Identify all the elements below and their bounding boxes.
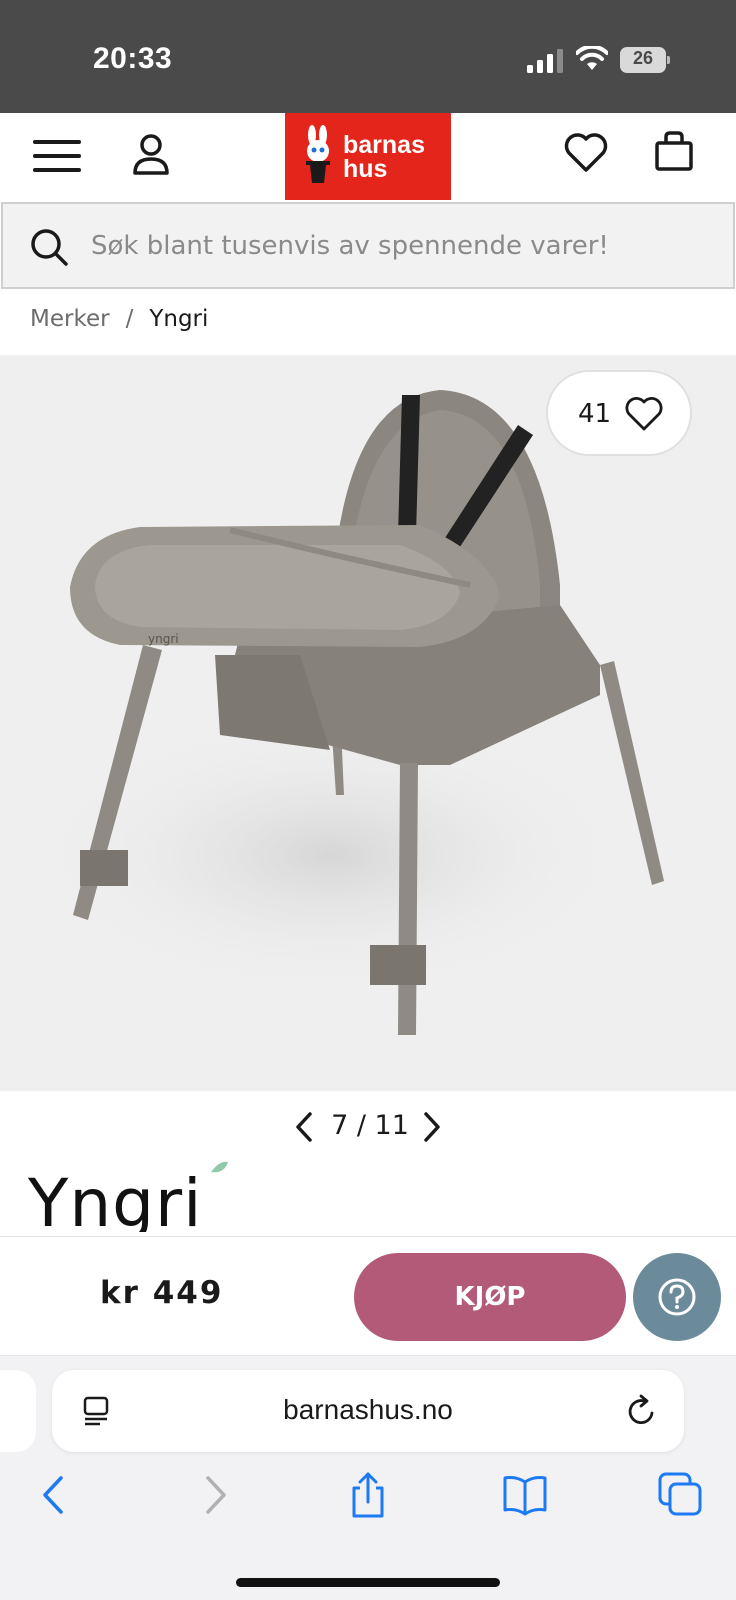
site-header: barnas hus [0,113,736,200]
address-bar[interactable]: barnashus.no [52,1370,684,1452]
tabs-icon[interactable] [658,1472,704,1518]
gallery-pager: 7 / 11 [0,1108,736,1148]
logo-line-1: barnas [343,131,425,159]
search-icon[interactable] [29,227,69,267]
back-icon[interactable] [33,1472,79,1518]
home-indicator[interactable] [236,1578,500,1587]
share-icon[interactable] [345,1472,391,1518]
search-input[interactable] [91,224,711,268]
breadcrumb: Merker / Yngri [30,306,208,332]
help-button[interactable] [633,1253,721,1341]
breadcrumb-separator: / [125,306,134,332]
status-time: 20:33 [93,42,173,75]
browser-chrome: barnashus.no [0,1356,736,1600]
menu-icon[interactable] [33,140,81,176]
like-button[interactable]: 41 [546,370,692,456]
product-image[interactable]: yngri 41 [0,355,736,1091]
wifi-icon [576,46,608,70]
high-chair-image: yngri [30,390,664,1035]
bookmarks-icon[interactable] [502,1472,548,1518]
wishlist-icon[interactable] [563,131,609,173]
signal-icon [527,49,563,73]
logo-text: barnas hus [343,131,425,183]
forward-icon[interactable] [190,1472,236,1518]
heart-icon [625,397,663,431]
breadcrumb-item-current: Yngri [149,306,209,332]
reload-icon[interactable] [626,1394,658,1428]
battery-icon: 26 [620,47,670,73]
cart-icon[interactable] [654,131,694,173]
chevron-left-icon[interactable] [290,1110,318,1144]
buy-bar: kr 449 KJØP [0,1236,736,1356]
product-price: kr 449 [100,1275,224,1311]
url-text: barnashus.no [283,1394,453,1425]
previous-tab-preview[interactable] [0,1370,36,1452]
svg-text:Yngri: Yngri [28,1165,203,1232]
question-icon [658,1278,696,1316]
like-count: 41 [578,399,612,429]
battery-level: 26 [632,48,654,68]
brand-logo[interactable]: Yngri [28,1160,228,1232]
status-bar: 20:33 26 [0,0,736,113]
breadcrumb-item-merker[interactable]: Merker [30,306,110,332]
svg-text:yngri: yngri [148,632,179,646]
gallery-position: 7 / 11 [331,1110,409,1141]
search-bar [1,202,735,289]
browser-toolbar [0,1472,736,1532]
site-logo[interactable]: barnas hus [285,113,451,200]
account-icon[interactable] [131,133,171,175]
bunny-logo-icon [306,125,330,183]
logo-line-2: hus [343,155,388,183]
chevron-right-icon[interactable] [418,1110,446,1144]
battery-tip [667,56,670,64]
buy-button[interactable]: KJØP [354,1253,626,1341]
